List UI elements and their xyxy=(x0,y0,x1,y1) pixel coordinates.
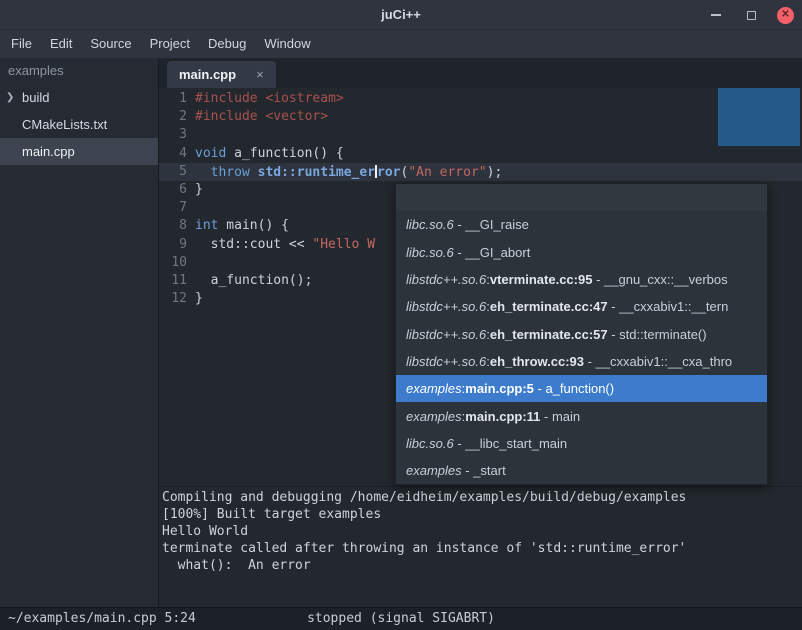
menubar: FileEditSourceProjectDebugWindow xyxy=(0,30,802,58)
tab-close-icon[interactable]: × xyxy=(256,68,264,81)
code-text: a_function(); xyxy=(195,272,312,290)
tree-item-label: main.cpp xyxy=(22,144,75,159)
terminal-line: Compiling and debugging /home/eidheim/ex… xyxy=(162,489,802,506)
backtrace-item[interactable]: libstdc++.so.6:eh_throw.cc:93 - __cxxabi… xyxy=(396,348,767,375)
status-debug-state: stopped (signal SIGABRT) xyxy=(0,608,802,630)
line-number: 5 xyxy=(159,163,187,181)
tab-label: main.cpp xyxy=(179,67,236,82)
restore-button[interactable] xyxy=(742,6,760,24)
statusbar: ~/examples/main.cpp 5:24 stopped (signal… xyxy=(0,607,802,630)
minimize-button[interactable] xyxy=(707,6,725,24)
backtrace-item[interactable]: libstdc++.so.6:vterminate.cc:95 - __gnu_… xyxy=(396,266,767,293)
line-number: 11 xyxy=(159,272,187,290)
tree-item-label: build xyxy=(22,90,49,105)
line-number: 8 xyxy=(159,217,187,235)
code-line-5[interactable]: 5 throw std::runtime_error("An error"); xyxy=(159,163,802,181)
window-controls: ✕ xyxy=(707,0,794,30)
titlebar: juCi++ ✕ xyxy=(0,0,802,30)
terminal-line: terminate called after throwing an insta… xyxy=(162,540,802,557)
project-name: examples xyxy=(0,58,158,84)
line-number: 6 xyxy=(159,181,187,199)
code-text: std::cout << "Hello W xyxy=(195,236,375,254)
menu-file[interactable]: File xyxy=(2,30,41,58)
tree-item-main.cpp[interactable]: main.cpp xyxy=(0,138,158,165)
terminal-line: what(): An error xyxy=(162,557,802,574)
line-number: 12 xyxy=(159,290,187,308)
backtrace-popup[interactable]: libc.so.6 - __GI_raiselibc.so.6 - __GI_a… xyxy=(395,183,768,485)
code-text: throw std::runtime_error("An error"); xyxy=(195,163,502,181)
terminal-line: Hello World xyxy=(162,523,802,540)
window-title: juCi++ xyxy=(381,7,421,22)
backtrace-item-empty[interactable] xyxy=(396,184,767,211)
tree-item-build[interactable]: ❯ build xyxy=(0,84,158,111)
tree-item-label: CMakeLists.txt xyxy=(22,117,107,132)
code-text: } xyxy=(195,290,203,308)
menu-window[interactable]: Window xyxy=(255,30,319,58)
line-number: 2 xyxy=(159,108,187,126)
menu-source[interactable]: Source xyxy=(81,30,140,58)
minimize-icon xyxy=(711,14,721,16)
code-text: int main() { xyxy=(195,217,289,235)
text-cursor xyxy=(375,165,377,178)
menu-project[interactable]: Project xyxy=(141,30,199,58)
code-line-1[interactable]: 1 #include <iostream> xyxy=(159,90,802,108)
code-text: #include <iostream> xyxy=(195,90,344,108)
tab-main-cpp[interactable]: main.cpp × xyxy=(167,61,276,88)
backtrace-item[interactable]: libc.so.6 - __GI_raise xyxy=(396,211,767,238)
code-text: } xyxy=(195,181,203,199)
code-line-2[interactable]: 2 #include <vector> xyxy=(159,108,802,126)
backtrace-item[interactable]: libstdc++.so.6:eh_terminate.cc:57 - std:… xyxy=(396,320,767,347)
tree-item-CMakeLists.txt[interactable]: CMakeLists.txt xyxy=(0,111,158,138)
file-tree: ❯ build CMakeLists.txt main.cpp xyxy=(0,84,158,165)
backtrace-item[interactable]: examples - _start xyxy=(396,457,767,484)
code-line-4[interactable]: 4 void a_function() { xyxy=(159,145,802,163)
line-number: 9 xyxy=(159,236,187,254)
menu-debug[interactable]: Debug xyxy=(199,30,255,58)
line-number: 10 xyxy=(159,254,187,272)
backtrace-item[interactable]: examples:main.cpp:11 - main xyxy=(396,402,767,429)
terminal-panel[interactable]: Compiling and debugging /home/eidheim/ex… xyxy=(159,486,802,607)
menu-edit[interactable]: Edit xyxy=(41,30,81,58)
sidebar: examples ❯ build CMakeLists.txt main.cpp xyxy=(0,58,159,607)
code-line-3[interactable]: 3 xyxy=(159,126,802,144)
line-number: 3 xyxy=(159,126,187,144)
terminal-output: Compiling and debugging /home/eidheim/ex… xyxy=(162,489,802,574)
close-button[interactable]: ✕ xyxy=(777,7,794,24)
terminal-line: [100%] Built target examples xyxy=(162,506,802,523)
restore-icon xyxy=(747,11,756,20)
editor-tooltip-overlay xyxy=(718,88,800,146)
backtrace-item[interactable]: libc.so.6 - __GI_abort xyxy=(396,239,767,266)
chevron-right-icon[interactable]: ❯ xyxy=(6,92,14,103)
code-text: void a_function() { xyxy=(195,145,344,163)
line-number: 1 xyxy=(159,90,187,108)
code-text: #include <vector> xyxy=(195,108,328,126)
tabbar: main.cpp × xyxy=(159,58,802,88)
line-number: 7 xyxy=(159,199,187,217)
backtrace-item[interactable]: libstdc++.so.6:eh_terminate.cc:47 - __cx… xyxy=(396,293,767,320)
line-number: 4 xyxy=(159,145,187,163)
close-icon: ✕ xyxy=(781,10,789,20)
backtrace-item[interactable]: libc.so.6 - __libc_start_main xyxy=(396,430,767,457)
backtrace-item[interactable]: examples:main.cpp:5 - a_function() xyxy=(396,375,767,402)
